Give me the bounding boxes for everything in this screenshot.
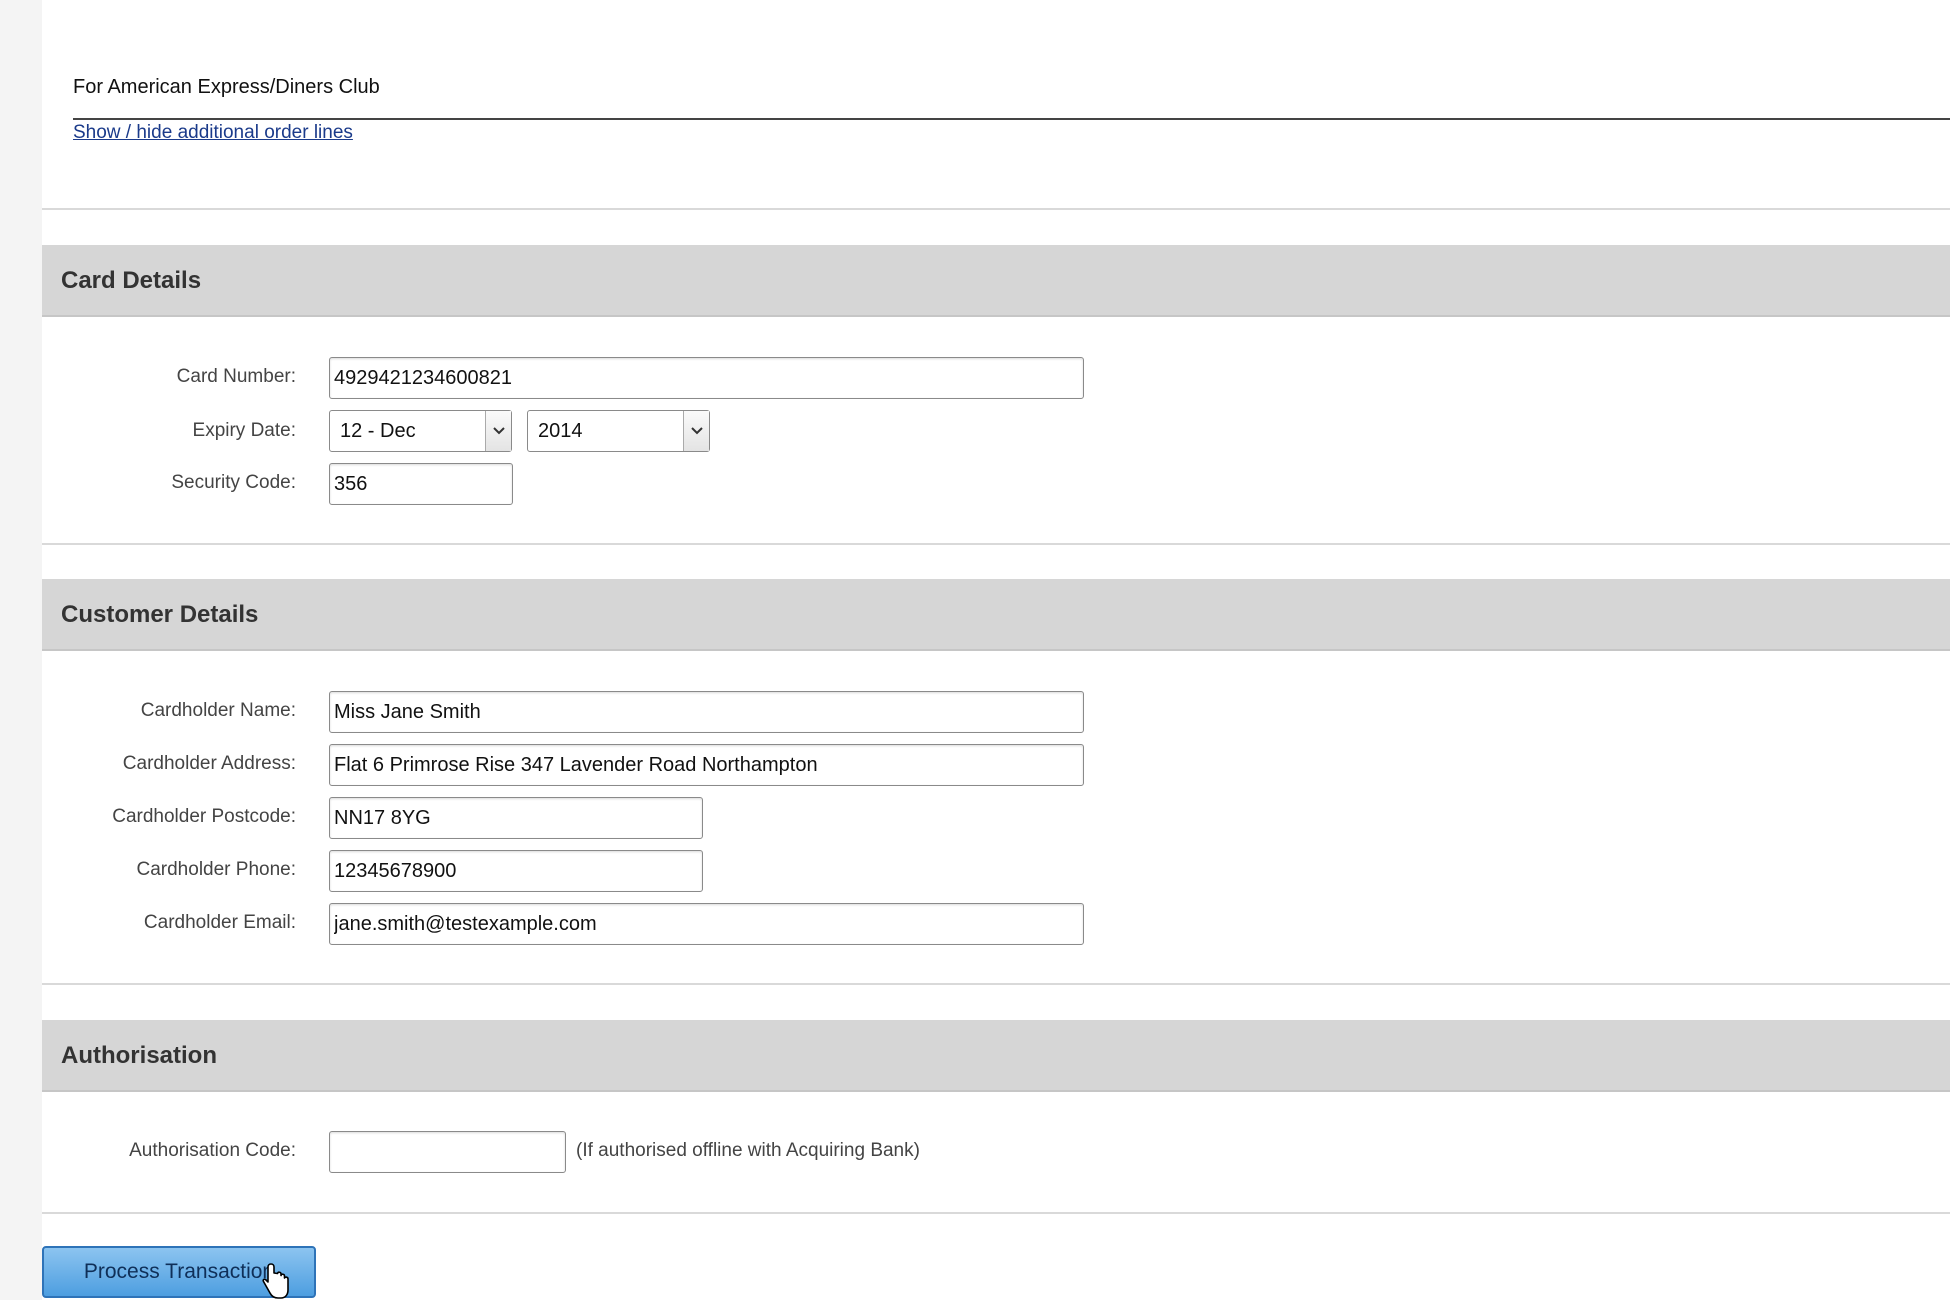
cardholder-email-label: Cardholder Email:	[143, 912, 296, 933]
authorisation-code-label: Authorisation Code:	[129, 1140, 296, 1161]
authorisation-code-input[interactable]	[329, 1131, 566, 1173]
divider	[42, 543, 1950, 545]
payment-page: For American Express/Diners Club Show / …	[0, 0, 1950, 1300]
cardholder-postcode-label: Cardholder Postcode:	[112, 806, 296, 827]
cardholder-address-label: Cardholder Address:	[122, 753, 296, 774]
section-title: Customer Details	[61, 601, 259, 628]
cardholder-phone-label: Cardholder Phone:	[136, 859, 297, 880]
customer-details-header: Customer Details	[42, 579, 1950, 651]
chevron-down-icon	[683, 411, 709, 451]
section-title: Authorisation	[61, 1042, 217, 1069]
expiry-year-value: 2014	[538, 420, 583, 442]
amex-note: For American Express/Diners Club	[73, 76, 380, 98]
authorisation-hint: (If authorised offline with Acquiring Ba…	[576, 1140, 920, 1161]
section-title: Card Details	[61, 267, 202, 294]
divider	[42, 1212, 1950, 1214]
cardholder-email-input[interactable]	[329, 903, 1084, 945]
expiry-date-label: Expiry Date:	[192, 420, 296, 441]
authorisation-header: Authorisation	[42, 1020, 1950, 1092]
card-number-label: Card Number:	[176, 366, 296, 387]
cardholder-name-input[interactable]	[329, 691, 1084, 733]
card-details-header: Card Details	[42, 245, 1950, 317]
toggle-order-lines-link[interactable]: Show / hide additional order lines	[73, 122, 353, 144]
cardholder-name-label: Cardholder Name:	[140, 700, 296, 721]
cardholder-address-input[interactable]	[329, 744, 1084, 786]
hand-pointer-icon	[262, 1263, 289, 1299]
expiry-year-select[interactable]: 2014	[527, 410, 710, 452]
expiry-month-select[interactable]: 12 - Dec	[329, 410, 512, 452]
security-code-input[interactable]	[329, 463, 513, 505]
card-number-input[interactable]	[329, 357, 1084, 399]
divider	[42, 983, 1950, 985]
chevron-down-icon	[485, 411, 511, 451]
security-code-label: Security Code:	[171, 472, 296, 493]
divider	[42, 208, 1950, 210]
order-lines-rule	[73, 118, 1950, 120]
cardholder-phone-input[interactable]	[329, 850, 703, 892]
expiry-month-value: 12 - Dec	[340, 420, 416, 442]
cardholder-postcode-input[interactable]	[329, 797, 703, 839]
